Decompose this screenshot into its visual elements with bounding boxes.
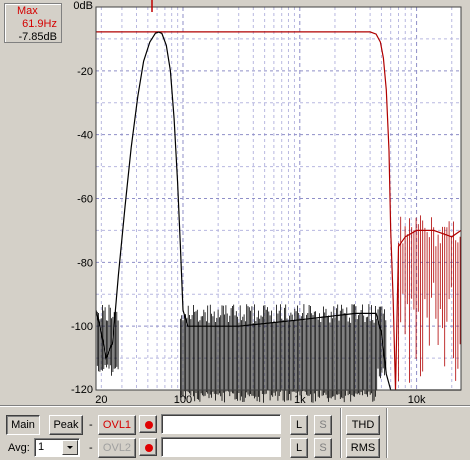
panel-divider-2	[386, 408, 388, 458]
thd-button[interactable]: THD	[346, 415, 380, 435]
l2-button[interactable]: L	[290, 438, 308, 458]
y-tick-label: -20	[77, 66, 93, 78]
avg-value: 1	[38, 441, 45, 453]
chevron-down-icon[interactable]	[62, 440, 78, 455]
series-noise	[95, 304, 387, 403]
l1-button[interactable]: L	[290, 415, 308, 435]
channel2-dash: -	[89, 442, 93, 454]
y-tick-label: -40	[77, 130, 93, 142]
ovl1-indicator[interactable]: OVL1	[98, 415, 136, 435]
panel-divider	[340, 408, 342, 458]
chart-series	[95, 31, 462, 403]
channel1-field[interactable]	[161, 414, 281, 434]
chart-grid	[96, 7, 461, 390]
main-button[interactable]: Main	[6, 415, 40, 435]
status-divider	[0, 405, 470, 407]
analyzer-window: Max 61.9Hz -7.85dB 0dB -20 -40 -60 -80 -100 -1…	[0, 0, 470, 460]
rms-button[interactable]: RMS	[346, 438, 380, 458]
y-tick-label: 0dB	[73, 0, 93, 12]
peak-button[interactable]: Peak	[49, 415, 83, 435]
series-line	[95, 31, 461, 391]
record-icon	[145, 421, 153, 429]
channel1-dash: -	[89, 419, 93, 431]
y-tick-label: -100	[71, 321, 93, 333]
record2-button[interactable]	[139, 438, 157, 456]
y-tick-label: -80	[77, 257, 93, 269]
channel2-field[interactable]	[161, 437, 281, 457]
series-line	[96, 31, 462, 391]
record1-button[interactable]	[139, 415, 157, 433]
spectrum-chart: 0dB-20-40-60-80-100-12020 100 1k 10k	[71, 0, 462, 406]
avg-select[interactable]: 1	[34, 438, 80, 457]
avg-label: Avg:	[8, 442, 30, 454]
s1-button[interactable]: S	[314, 415, 332, 435]
s2-button[interactable]: S	[314, 438, 332, 458]
ovl2-indicator[interactable]: OVL2	[98, 438, 136, 458]
y-tick-label: -60	[77, 194, 93, 206]
y-tick-label: -120	[71, 384, 93, 396]
record-icon	[145, 444, 153, 452]
